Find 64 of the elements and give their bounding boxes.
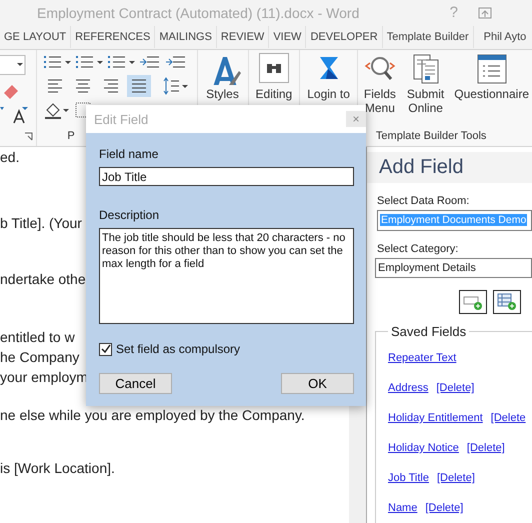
editing-button[interactable]: Editing (252, 50, 296, 101)
multilevel-list-icon[interactable] (107, 54, 136, 70)
field-label: Select Category: (377, 242, 460, 254)
ok-button[interactable]: OK (281, 373, 354, 394)
window-title: Employment Contract (Automated) (11).docx - Word (37, 4, 360, 20)
group-label: P (66, 130, 76, 144)
ribbon-tab[interactable]: REVIEW (216, 26, 270, 48)
field-label: Select Data Room: (377, 195, 470, 207)
ribbon-tab[interactable]: DEVELOPER (306, 26, 383, 48)
document-text: ne else while you are employed by the Company. (0, 406, 305, 425)
document-text: b Title]. (Your (0, 214, 82, 233)
restore-icon[interactable] (478, 6, 492, 18)
delete-link[interactable]: [Delete (490, 412, 526, 424)
ribbon-tab[interactable]: GE LAYOUT (0, 26, 72, 48)
field-label: Description (99, 208, 160, 222)
ribbon-tab[interactable]: VIEW (269, 26, 306, 48)
ribbon-tab[interactable]: MAILINGS (155, 26, 217, 48)
field-link[interactable]: Address (388, 382, 428, 394)
document-text: ed. (0, 148, 20, 167)
questionnaire-button[interactable]: Questionnaire (451, 50, 532, 115)
ribbon-tab[interactable]: REFERENCES (71, 26, 156, 48)
description-textarea[interactable]: The job title should be less that 20 characters - no reason for this other than to show you can set the max length for a field (99, 228, 354, 324)
login-button[interactable]: Login to (304, 50, 353, 101)
delete-link[interactable]: [Delete] (466, 442, 505, 454)
field-link[interactable]: Holiday Entitlement (388, 412, 483, 424)
field-link[interactable]: Name (388, 502, 418, 514)
increase-indent-icon[interactable] (165, 54, 188, 70)
field-link[interactable]: Holiday Notice (388, 442, 459, 454)
checkbox-label: Set field as compulsory (116, 342, 240, 356)
field-link[interactable]: Repeater Text (388, 352, 456, 364)
submit-button[interactable]: Submit Online (404, 50, 448, 115)
ribbon-tab[interactable]: Phil Ayto (474, 26, 530, 48)
line-spacing-icon[interactable] (163, 76, 190, 96)
decrease-indent-icon[interactable] (139, 54, 162, 70)
field-name-input[interactable]: Job Title (99, 167, 354, 186)
document-text: is [Work Location]. (0, 459, 115, 478)
add-table-icon (497, 293, 517, 311)
justify-icon[interactable] (127, 75, 152, 97)
field-link[interactable]: Job Title (388, 472, 429, 484)
document-text: your employm (0, 368, 88, 387)
group-title: Saved Fields (390, 324, 468, 339)
document-text: he Company (0, 348, 80, 367)
documents-icon (410, 53, 441, 85)
add-table-button[interactable] (493, 290, 521, 314)
field-label: Field name (99, 147, 160, 161)
ribbon-tab[interactable]: Template Builder (382, 26, 474, 48)
delete-link[interactable]: [Delete] (436, 382, 474, 394)
delete-link[interactable]: [Delete] (436, 472, 475, 484)
numbering-icon[interactable] (75, 54, 104, 70)
dialog-title: Edit Field (94, 112, 148, 126)
group-label: Template Builder Tools (374, 130, 488, 144)
borders-icon[interactable] (75, 102, 92, 118)
pane-title: Add Field (367, 152, 532, 183)
font-size-icon[interactable] (0, 107, 30, 125)
form-icon (476, 53, 508, 85)
category-select[interactable]: Employment Details (375, 258, 532, 278)
cancel-button[interactable]: Cancel (99, 373, 172, 394)
styles-button[interactable]: Styles (202, 50, 244, 101)
document-text: ndertake othe (0, 270, 86, 289)
checkbox[interactable] (99, 342, 112, 356)
delete-link[interactable]: [Delete] (425, 502, 464, 514)
document-text: entitled to w (0, 328, 75, 347)
bullets-icon[interactable] (43, 54, 72, 70)
add-field-button[interactable] (459, 290, 487, 314)
